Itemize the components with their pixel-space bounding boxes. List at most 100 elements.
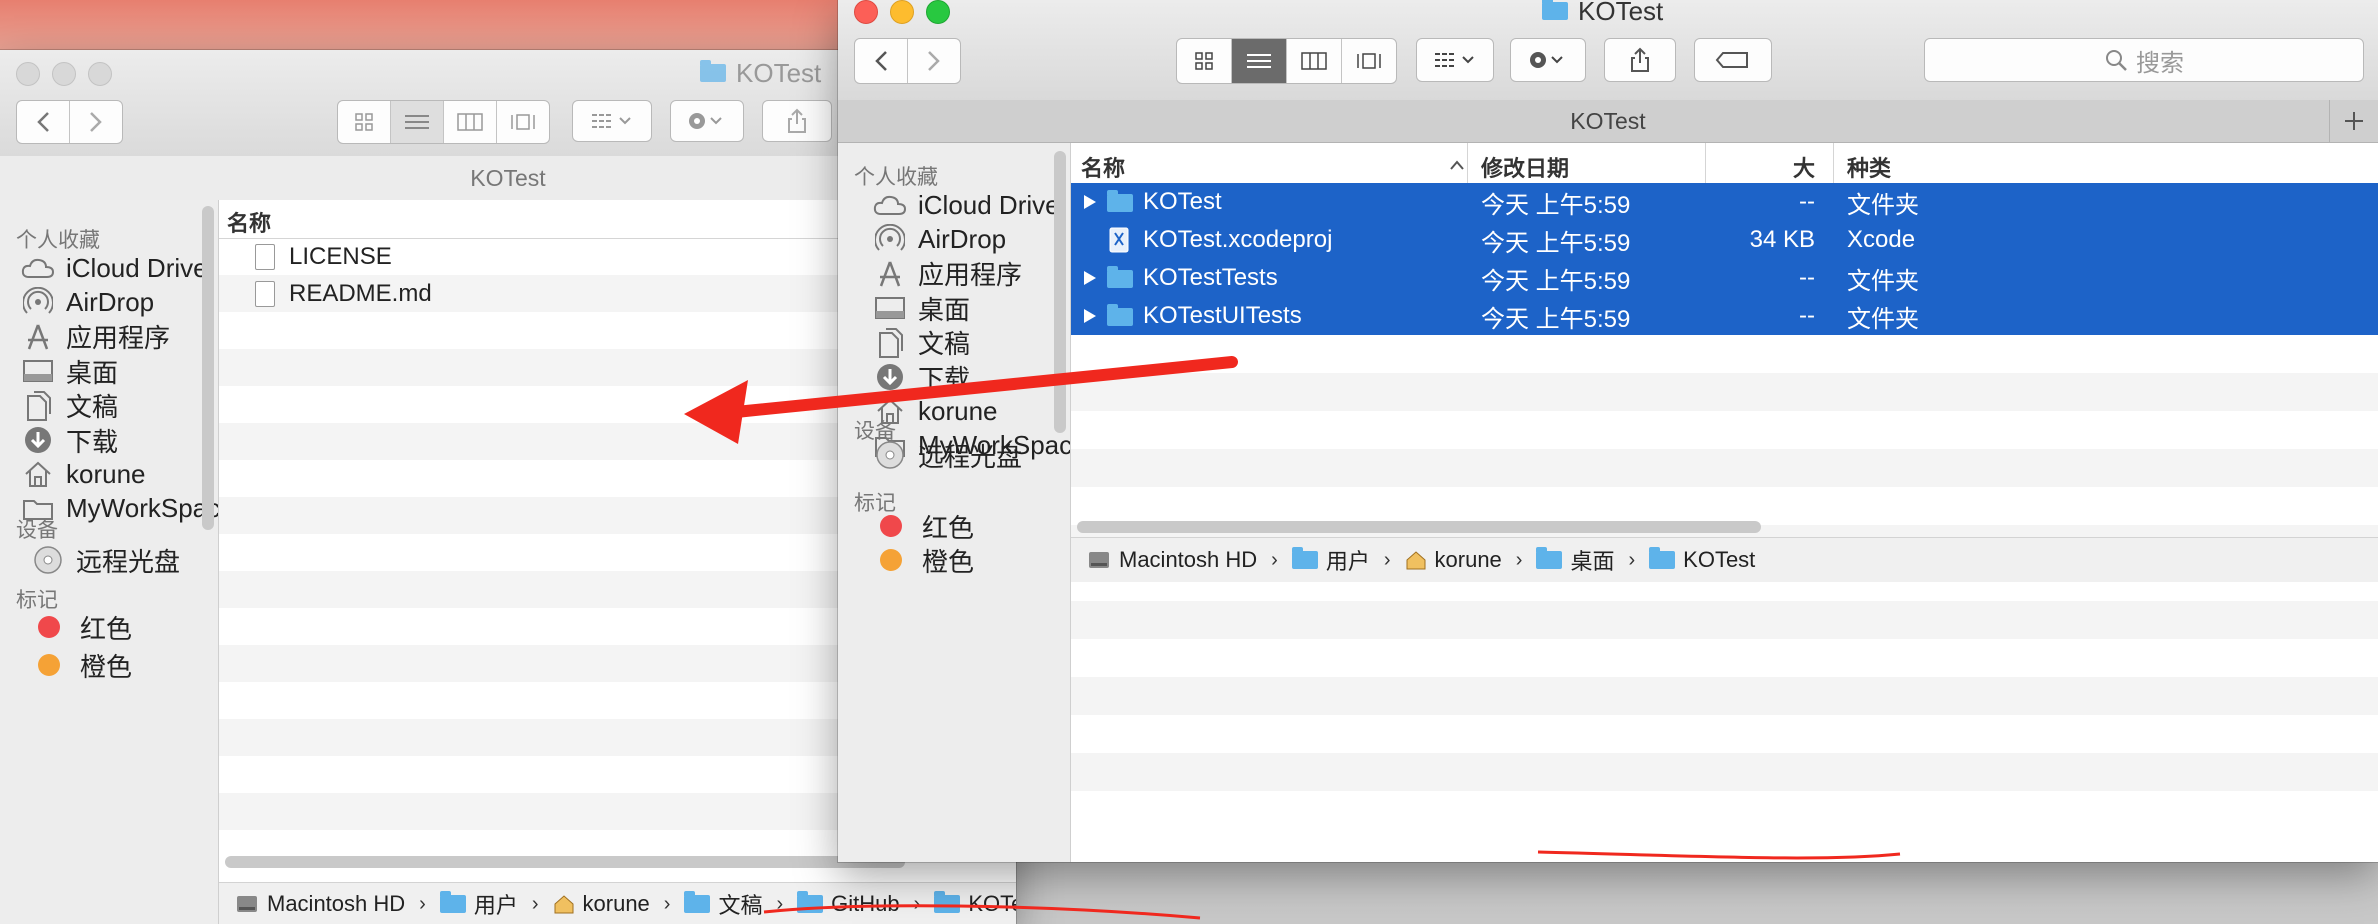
- sidebar-item-label: 远程光盘: [76, 546, 181, 577]
- folder-icon: [1542, 0, 1568, 20]
- table-row[interactable]: KOTest.xcodeproj 今天 上午5:59 34 KB Xcode: [1071, 221, 2378, 259]
- new-tab-button[interactable]: [2329, 100, 2378, 142]
- red-tag-icon: [880, 515, 902, 537]
- table-row[interactable]: KOTest 今天 上午5:59 -- 文件夹: [1071, 183, 2378, 221]
- group-button[interactable]: [1416, 38, 1494, 82]
- sidebar-item-tag-orange[interactable]: 橙色: [880, 537, 974, 583]
- sidebar-item-label: korune: [918, 395, 998, 426]
- tab-title[interactable]: KOTest: [1570, 108, 1645, 135]
- sidebar-scrollbar[interactable]: [202, 206, 214, 530]
- group-button[interactable]: [572, 100, 652, 142]
- table-row[interactable]: KOTestTests 今天 上午5:59 -- 文件夹: [1071, 259, 2378, 297]
- minimize-button[interactable]: [890, 0, 914, 24]
- empty-row: [1071, 677, 2378, 715]
- breadcrumb-4[interactable]: GitHub: [797, 891, 900, 917]
- close-button[interactable]: [854, 0, 878, 24]
- breadcrumb-3[interactable]: 桌面: [1536, 544, 1614, 576]
- home-icon: [554, 895, 574, 914]
- file-date: 今天 上午5:59: [1481, 305, 1631, 333]
- airdrop-icon: [872, 224, 908, 254]
- sidebar-item-label: 下载: [66, 426, 119, 457]
- folder-icon: [1536, 547, 1563, 569]
- group-icon: [1435, 53, 1474, 67]
- path-bar: Macintosh HD › 用户 › korune › 桌面 › KOTest: [1071, 537, 2378, 582]
- breadcrumb-label: 桌面: [1570, 549, 1615, 574]
- zoom-button[interactable]: [88, 62, 112, 86]
- icon-view-button[interactable]: [338, 101, 391, 143]
- icon-view-button[interactable]: [1177, 39, 1232, 83]
- file-name: README.md: [289, 279, 432, 307]
- breadcrumb-separator-icon: ›: [1383, 548, 1391, 571]
- column-view-button[interactable]: [444, 101, 497, 143]
- cloud-icon: [20, 253, 56, 283]
- column-header-name[interactable]: 名称: [1081, 151, 1125, 183]
- sort-ascending-icon: [1450, 160, 1464, 170]
- document-icon: [255, 243, 275, 270]
- forward-button[interactable]: [908, 39, 960, 83]
- forward-button[interactable]: [70, 101, 122, 143]
- folder-icon: [700, 60, 726, 82]
- action-button[interactable]: [670, 100, 744, 142]
- file-name: LICENSE: [289, 242, 392, 270]
- grid-icon: [1195, 52, 1213, 70]
- home-icon: [1406, 551, 1426, 570]
- plus-icon: [2345, 112, 2363, 130]
- action-button[interactable]: [1510, 38, 1586, 82]
- back-button[interactable]: [17, 101, 70, 143]
- list-view-button[interactable]: [391, 101, 444, 143]
- share-button[interactable]: [762, 100, 832, 142]
- breadcrumb-3[interactable]: 文稿: [684, 888, 762, 920]
- breadcrumb-1[interactable]: 用户: [439, 888, 518, 920]
- breadcrumb-0[interactable]: Macintosh HD: [235, 891, 405, 917]
- tag-button[interactable]: [1694, 38, 1772, 82]
- list-view-button[interactable]: [1232, 39, 1287, 83]
- file-size: --: [1799, 188, 1815, 215]
- empty-row: [1071, 411, 2378, 449]
- red-tag-icon: [38, 616, 60, 638]
- minimize-button[interactable]: [52, 62, 76, 86]
- gallery-view-button[interactable]: [497, 101, 549, 143]
- back-button[interactable]: [855, 39, 908, 83]
- sidebar-item-tag-orange[interactable]: 橙色: [38, 642, 132, 688]
- column-divider[interactable]: [1705, 143, 1706, 183]
- sidebar-item-label: 红色: [80, 613, 133, 644]
- file-name: KOTestTests: [1143, 264, 1278, 291]
- horizontal-scrollbar[interactable]: [1077, 521, 1761, 533]
- breadcrumb-2[interactable]: korune: [553, 891, 650, 917]
- sidebar-item-label: 应用程序: [918, 260, 1023, 291]
- tab-title[interactable]: KOTest: [470, 165, 545, 192]
- group-icon: [592, 114, 631, 128]
- column-view-button[interactable]: [1287, 39, 1342, 83]
- breadcrumb-4[interactable]: KOTest: [1649, 547, 1755, 573]
- empty-row: [1071, 373, 2378, 411]
- breadcrumb-separator-icon: ›: [776, 892, 784, 915]
- breadcrumb-1[interactable]: 用户: [1291, 544, 1370, 576]
- breadcrumb-2[interactable]: korune: [1405, 547, 1502, 573]
- disclosure-triangle-icon[interactable]: [1083, 194, 1097, 210]
- sidebar-item-remote-disc[interactable]: 远程光盘: [30, 534, 180, 586]
- sidebar-scrollbar[interactable]: [1054, 151, 1066, 433]
- sidebar-item-remote-disc[interactable]: 远程光盘: [872, 429, 1022, 481]
- column-divider[interactable]: [1467, 143, 1468, 183]
- breadcrumb-label: KOTest: [1683, 547, 1756, 572]
- orange-tag-icon: [880, 549, 902, 571]
- share-button[interactable]: [1604, 38, 1676, 82]
- zoom-button[interactable]: [926, 0, 950, 24]
- column-header-date[interactable]: 修改日期: [1481, 151, 1569, 183]
- document-icon: [255, 280, 275, 307]
- breadcrumb-0[interactable]: Macintosh HD: [1087, 547, 1257, 573]
- breadcrumb-5[interactable]: KOTest: [934, 891, 1016, 917]
- disclosure-triangle-icon[interactable]: [1083, 308, 1097, 324]
- close-button[interactable]: [16, 62, 40, 86]
- column-header-kind[interactable]: 种类: [1847, 151, 1891, 183]
- column-divider[interactable]: [1833, 143, 1834, 183]
- horizontal-scrollbar[interactable]: [225, 856, 905, 868]
- folder-icon: [1107, 304, 1133, 326]
- search-field[interactable]: 搜索: [1924, 38, 2364, 82]
- path-bar: Macintosh HD › 用户 › korune › 文稿 › GitHub › KOTest: [219, 882, 1016, 924]
- disclosure-triangle-icon[interactable]: [1083, 270, 1097, 286]
- folder-icon: [1291, 547, 1318, 569]
- file-name: KOTest: [1143, 188, 1222, 215]
- gallery-view-button[interactable]: [1342, 39, 1396, 83]
- table-row[interactable]: KOTestUITests 今天 上午5:59 -- 文件夹: [1071, 297, 2378, 335]
